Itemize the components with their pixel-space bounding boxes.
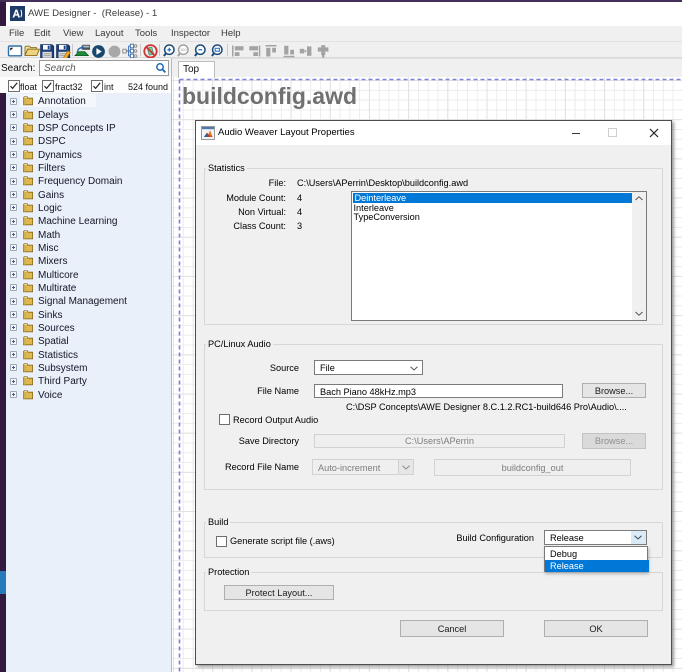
svg-text:100: 100 xyxy=(180,47,187,52)
